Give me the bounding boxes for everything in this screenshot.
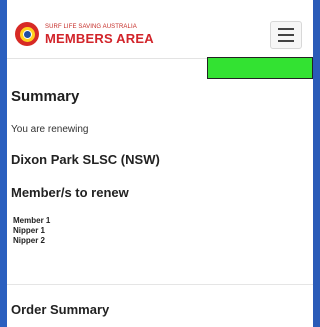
members-heading: Member/s to renew (11, 185, 129, 200)
summary-title: Summary (11, 88, 80, 105)
list-item: Nipper 2 (13, 236, 46, 245)
list-item: Member 1 (13, 216, 51, 225)
page: SURF LIFE SAVING AUSTRALIA MEMBERS AREA … (7, 0, 313, 327)
highlight-box (207, 57, 313, 79)
brand[interactable]: SURF LIFE SAVING AUSTRALIA MEMBERS AREA (45, 24, 154, 45)
site-header: SURF LIFE SAVING AUSTRALIA MEMBERS AREA (7, 0, 313, 59)
brand-tagline: SURF LIFE SAVING AUSTRALIA (45, 24, 137, 30)
hamburger-menu-icon (278, 28, 294, 30)
renewing-text: You are renewing (11, 124, 89, 135)
brand-title: MEMBERS AREA (45, 31, 154, 46)
logo-ring (19, 26, 35, 42)
hamburger-menu-button[interactable] (270, 21, 302, 49)
club-name: Dixon Park SLSC (NSW) (11, 152, 160, 167)
section-divider (7, 284, 313, 285)
slsa-logo-icon[interactable] (15, 22, 39, 46)
hamburger-menu-icon-bar-3 (278, 40, 294, 42)
order-summary-heading: Order Summary (11, 302, 110, 317)
members-list: Member 1 Nipper 1 Nipper 2 (13, 216, 50, 246)
list-item: Nipper 1 (13, 226, 46, 235)
logo-core (22, 29, 32, 39)
hamburger-menu-icon-bar-2 (278, 34, 294, 36)
